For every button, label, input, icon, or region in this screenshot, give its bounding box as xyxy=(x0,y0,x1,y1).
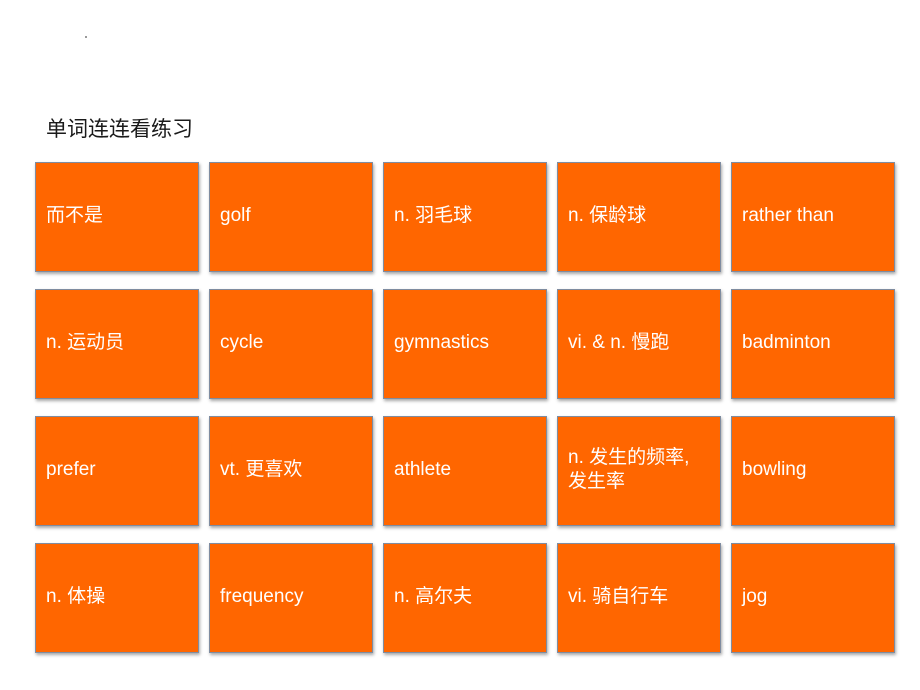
word-card[interactable]: n. 体操 xyxy=(35,543,199,653)
word-card[interactable]: bowling xyxy=(731,416,895,526)
word-card[interactable]: jog xyxy=(731,543,895,653)
word-card[interactable]: n. 发生的频率, 发生率 xyxy=(557,416,721,526)
word-card[interactable]: n. 高尔夫 xyxy=(383,543,547,653)
word-card-label: gymnastics xyxy=(394,332,490,353)
word-card-label: n. 运动员 xyxy=(46,332,125,353)
page-title: 单词连连看练习 xyxy=(46,117,193,141)
word-card[interactable]: rather than xyxy=(731,162,895,272)
word-card-label: n. 羽毛球 xyxy=(394,205,473,226)
slide-dot-marker xyxy=(85,36,87,38)
word-card[interactable]: n. 保龄球 xyxy=(557,162,721,272)
word-card-label: bowling xyxy=(742,459,807,480)
word-card-label: n. 保龄球 xyxy=(568,205,647,226)
word-card[interactable]: vi. & n. 慢跑 xyxy=(557,289,721,399)
word-card-label: badminton xyxy=(742,332,831,353)
word-card[interactable]: golf xyxy=(209,162,373,272)
word-card-label: cycle xyxy=(220,332,264,353)
word-card[interactable]: cycle xyxy=(209,289,373,399)
word-card-label: 而不是 xyxy=(46,205,104,226)
word-card-label: n. 高尔夫 xyxy=(394,586,473,607)
word-card[interactable]: prefer xyxy=(35,416,199,526)
word-card-label: athlete xyxy=(394,459,452,480)
word-card-label: n. 体操 xyxy=(46,586,106,607)
word-card[interactable]: 而不是 xyxy=(35,162,199,272)
word-match-grid: 而不是 golf n. 羽毛球 n. 保龄球 rather than n. 运动… xyxy=(35,162,895,653)
word-card[interactable]: n. 运动员 xyxy=(35,289,199,399)
word-card-label: vi. 骑自行车 xyxy=(568,586,669,607)
word-card[interactable]: vi. 骑自行车 xyxy=(557,543,721,653)
word-card-label: vi. & n. 慢跑 xyxy=(568,332,670,353)
word-card-label: jog xyxy=(742,586,768,607)
word-card[interactable]: frequency xyxy=(209,543,373,653)
word-card[interactable]: vt. 更喜欢 xyxy=(209,416,373,526)
word-card-label: vt. 更喜欢 xyxy=(220,459,303,480)
word-card[interactable]: n. 羽毛球 xyxy=(383,162,547,272)
word-card-label: rather than xyxy=(742,205,834,226)
word-card[interactable]: athlete xyxy=(383,416,547,526)
word-card-label: frequency xyxy=(220,586,304,607)
word-card-label: prefer xyxy=(46,459,96,480)
word-card[interactable]: gymnastics xyxy=(383,289,547,399)
word-card-label: n. 发生的频率, 发生率 xyxy=(568,447,690,492)
word-card-label: golf xyxy=(220,205,251,226)
word-card[interactable]: badminton xyxy=(731,289,895,399)
